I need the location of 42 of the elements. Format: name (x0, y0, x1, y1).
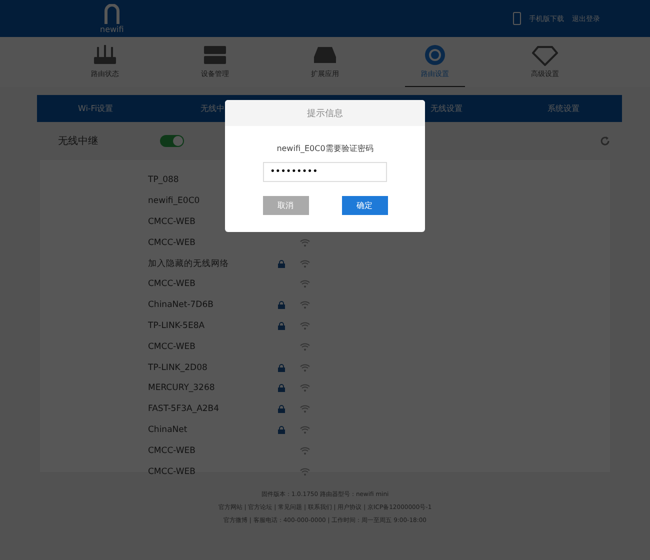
wifi-signal-icon (300, 364, 310, 372)
wifi-signal-icon (300, 405, 310, 414)
cancel-button[interactable]: 取消 (262, 196, 308, 215)
dialog-title: 提示信息 (225, 100, 425, 126)
password-field[interactable]: ••••••••• (263, 162, 387, 182)
devices-icon (202, 44, 228, 66)
network-name[interactable]: ChinaNet (148, 424, 278, 435)
wifi-signal-icon (300, 301, 310, 310)
repeater-label: 无线中继 (58, 134, 99, 148)
tab[interactable]: 系统设置 (505, 95, 622, 122)
wifi-signal-icon (300, 468, 310, 476)
logo-text: newifi (100, 24, 124, 34)
network-name[interactable]: CMCC-WEB (148, 238, 278, 248)
logo-icon (102, 4, 121, 24)
wifi-signal-icon (300, 426, 310, 434)
network-name[interactable]: 加入隐藏的无线网络 (148, 258, 278, 270)
network-name[interactable]: ChinaNet-7D6B (148, 300, 278, 310)
refresh-icon[interactable] (600, 136, 610, 146)
drive-icon (312, 44, 338, 66)
network-name[interactable]: CMCC-WEB (148, 279, 278, 290)
wifi-signal-icon (300, 446, 310, 455)
wifi-signal-icon (300, 322, 310, 330)
dialog-message: newifi_E0C0需要验证密码 (276, 143, 374, 154)
network-name[interactable]: CMCC-WEB (148, 466, 278, 477)
tab[interactable]: Wi-Fi设置 (37, 95, 154, 122)
network-name[interactable]: CMCC-WEB (148, 446, 278, 456)
wifi-signal-icon (300, 384, 310, 392)
router-icon (92, 44, 118, 66)
wifi-signal-icon (300, 238, 310, 247)
network-name[interactable]: TP-LINK_2D08 (148, 362, 278, 373)
network-name[interactable]: FAST-5F3A_A2B4 (148, 404, 278, 414)
wifi-signal-icon (300, 260, 310, 268)
network-name[interactable]: TP-LINK-5E8A (148, 320, 278, 331)
wifi-signal-icon (300, 280, 310, 288)
repeater-toggle[interactable] (160, 135, 184, 147)
confirm-button[interactable]: 确定 (342, 196, 388, 215)
gear-icon (422, 44, 448, 66)
phone-icon (513, 12, 521, 25)
diamond-icon (532, 44, 558, 66)
network-name[interactable]: MERCURY_3268 (148, 383, 278, 394)
wifi-signal-icon (300, 342, 310, 351)
network-name[interactable]: CMCC-WEB (148, 342, 278, 352)
